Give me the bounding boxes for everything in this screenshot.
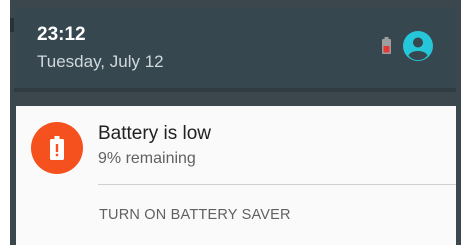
notification-text: 9% remaining [98, 150, 196, 167]
left-edge [0, 0, 10, 245]
account-icon[interactable] [403, 31, 433, 61]
notification-title: Battery is low [98, 123, 211, 144]
header-divider [14, 88, 456, 92]
battery-notification[interactable] [16, 106, 456, 245]
battery-alert-icon [31, 122, 83, 174]
notification-divider [98, 184, 456, 185]
clock-time: 23:12 [37, 24, 86, 45]
clock-date[interactable]: Tuesday, July 12 [37, 52, 164, 72]
battery-low-icon [382, 37, 391, 54]
battery-saver-button[interactable]: TURN ON BATTERY SAVER [99, 207, 291, 223]
